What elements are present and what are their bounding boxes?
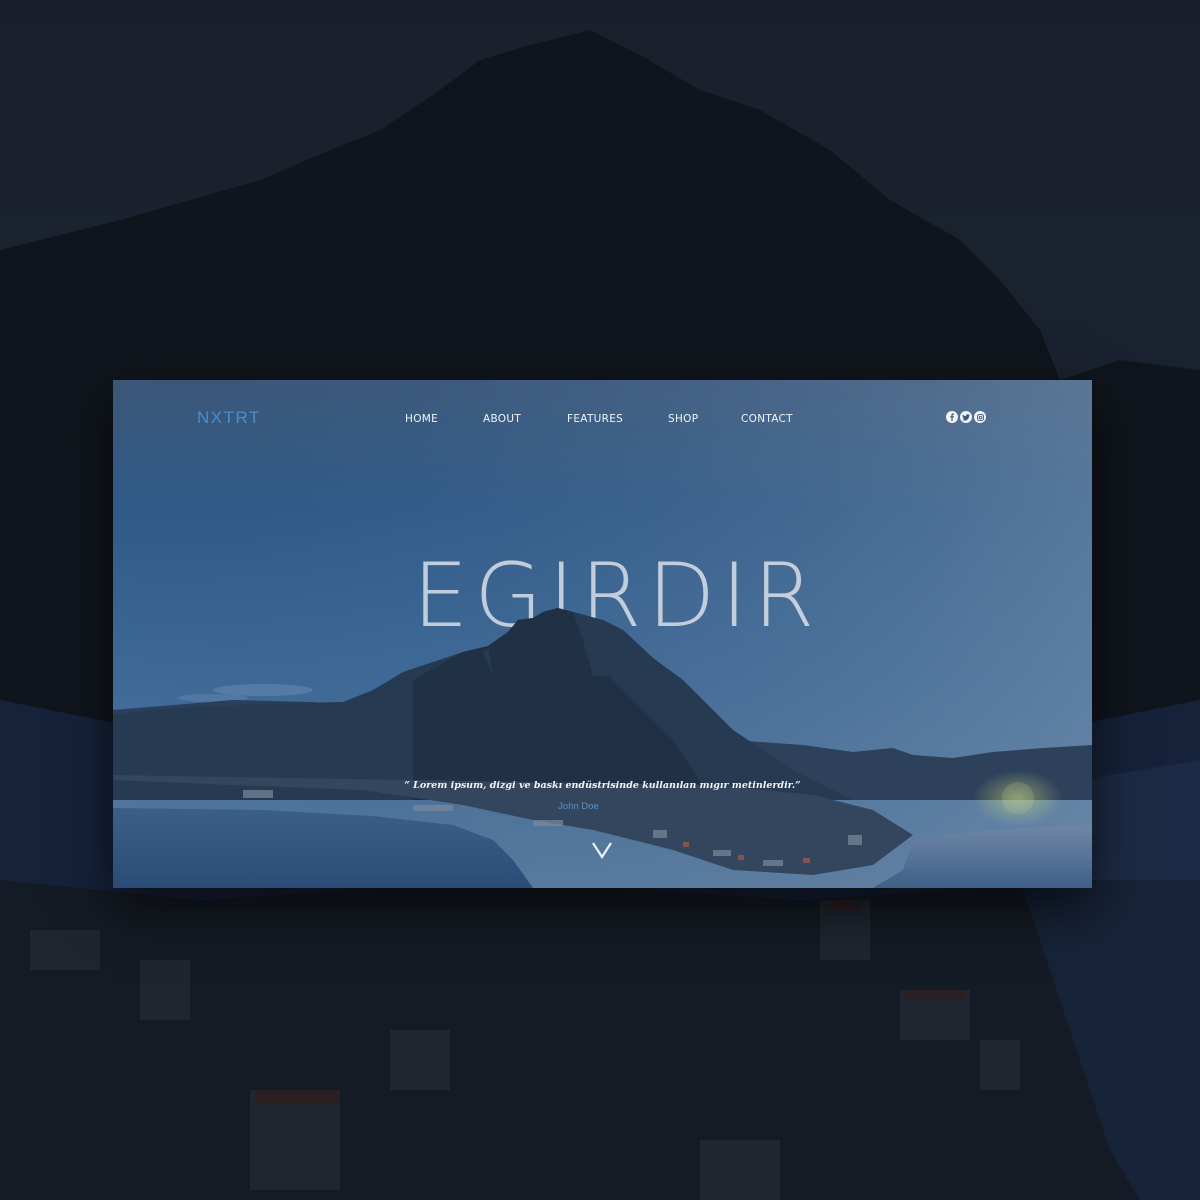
hero-quote: “ Lorem ipsum, dizgi ve baskı endüstrisi… bbox=[404, 780, 801, 791]
twitter-icon[interactable] bbox=[960, 411, 972, 423]
nav-item-about[interactable]: ABOUT bbox=[483, 413, 521, 425]
brand-logo[interactable]: NXTRT bbox=[197, 408, 261, 428]
chevron-down-icon[interactable] bbox=[591, 840, 613, 860]
nav-item-home[interactable]: HOME bbox=[405, 413, 438, 425]
hero-title: EGIRDIR bbox=[412, 544, 821, 647]
nav-item-features[interactable]: FEATURES bbox=[567, 413, 623, 425]
nav-item-shop[interactable]: SHOP bbox=[668, 413, 698, 425]
website-hero-mockup: NXTRT HOME ABOUT FEATURES SHOP CONTACT E… bbox=[113, 380, 1092, 888]
quote-author: John Doe bbox=[558, 801, 599, 812]
instagram-icon[interactable] bbox=[974, 411, 986, 423]
facebook-icon[interactable] bbox=[946, 411, 958, 423]
nav-item-contact[interactable]: CONTACT bbox=[741, 413, 793, 425]
social-links bbox=[946, 411, 986, 423]
